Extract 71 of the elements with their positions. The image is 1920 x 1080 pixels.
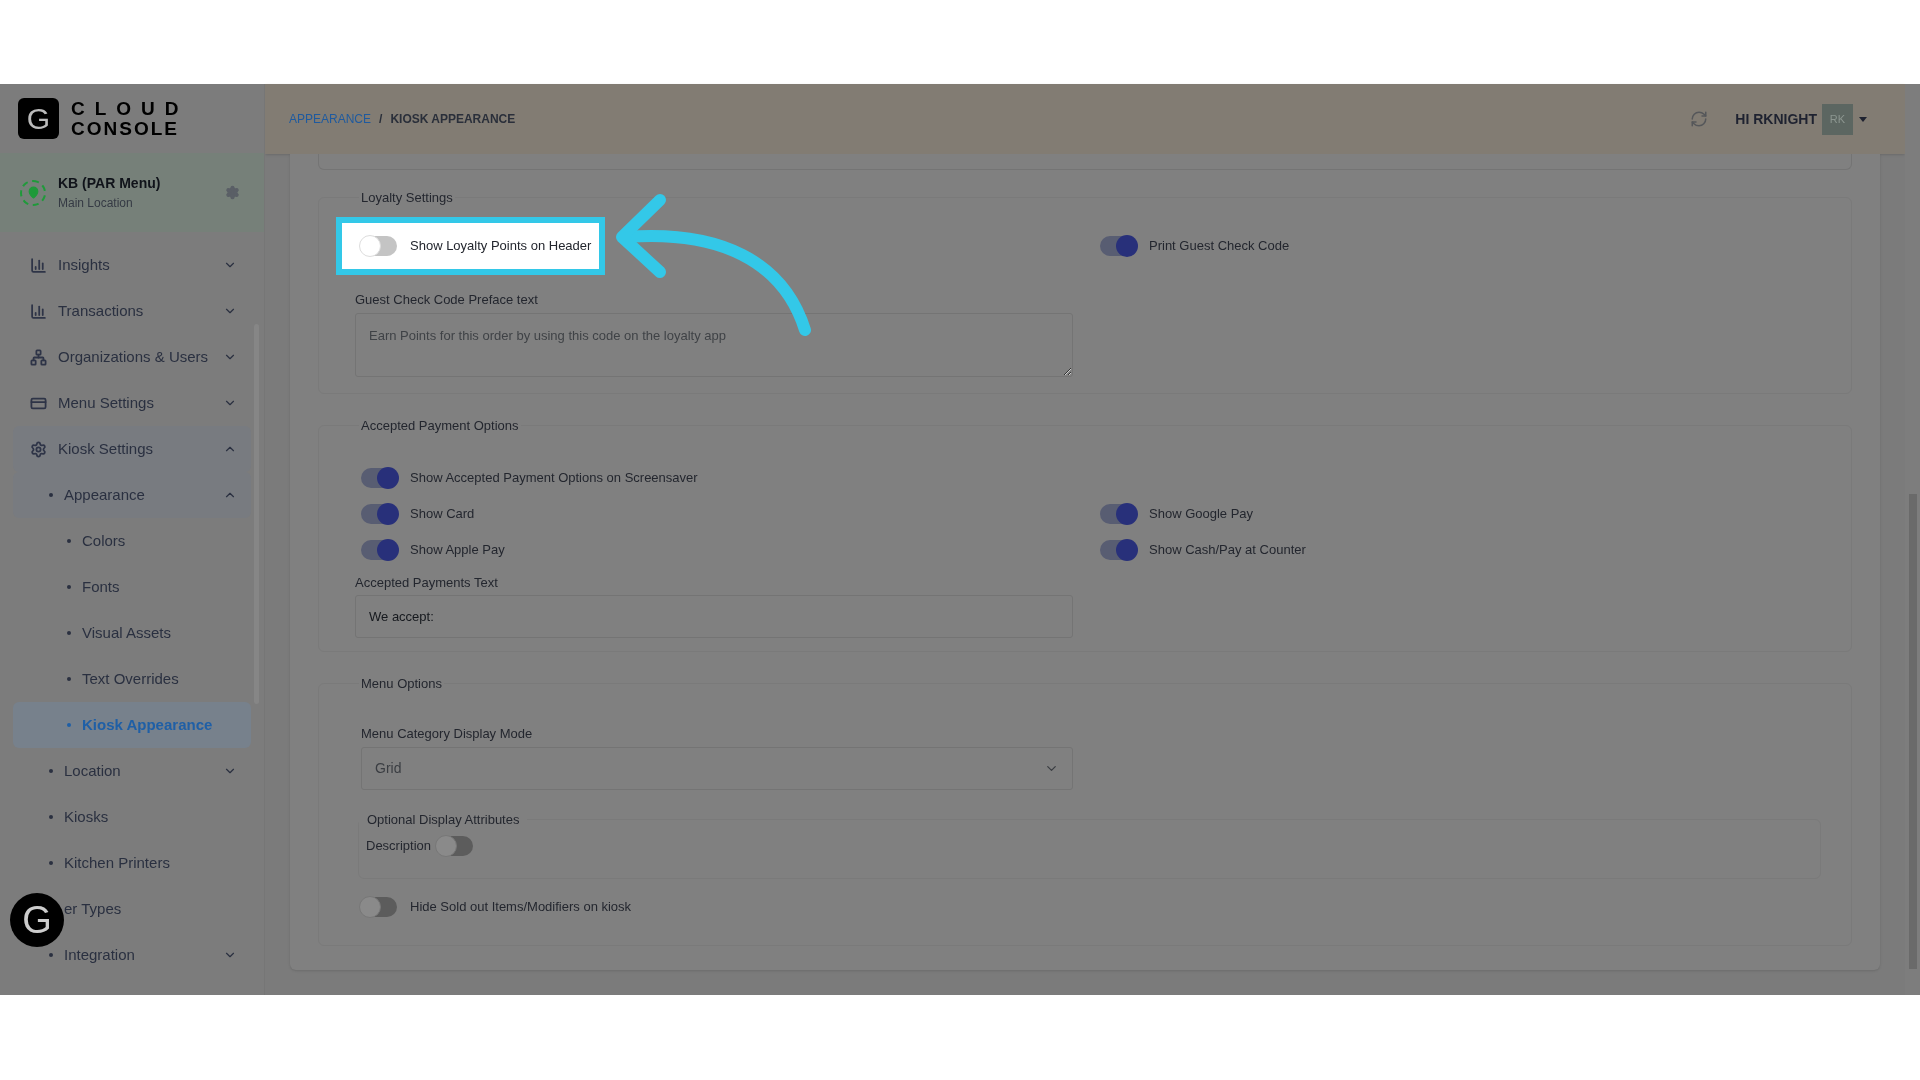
toggle-label: Show Card [410, 504, 475, 523]
toggle-switch[interactable] [1100, 503, 1136, 524]
sidebar-item[interactable]: Transactions [58, 299, 144, 323]
sidebar-item[interactable]: Text Overrides [82, 667, 179, 691]
breadcrumb-current: KIOSK APPEARANCE [390, 111, 516, 128]
bullet-icon [67, 585, 71, 589]
toggle-switch[interactable] [361, 539, 397, 560]
settings-icon[interactable] [225, 185, 240, 200]
toggle-label: Show Cash/Pay at Counter [1149, 540, 1306, 559]
toggle-switch[interactable] [361, 467, 397, 488]
logo-mark: G [18, 98, 59, 139]
toggle-switch[interactable] [361, 235, 397, 256]
sidebar-item[interactable]: Fonts [82, 575, 120, 599]
bullet-icon [49, 861, 53, 865]
sidebar-item[interactable]: Kiosk Settings [13, 426, 251, 472]
toggle-switch[interactable] [437, 835, 474, 856]
bullet-icon [67, 677, 71, 681]
toggle-switch[interactable] [1100, 235, 1136, 256]
logo-text: CONSOLE [71, 118, 180, 139]
sidebar-item[interactable]: Kiosks [64, 805, 109, 829]
section-title: Loyalty Settings [360, 189, 454, 207]
toggle-label: Show Accepted Payment Options on Screensaver [410, 468, 698, 487]
toggle-label: Show Apple Pay [410, 540, 505, 559]
sidebar-item[interactable]: Organizations & Users [58, 345, 209, 369]
sidebar-item[interactable]: Integration [64, 943, 135, 967]
bullet-icon [67, 631, 71, 635]
bullet-icon [67, 723, 71, 727]
toggle-label: Description [366, 836, 432, 855]
nav-icon [30, 348, 47, 366]
section-title: Optional Display Attributes [366, 811, 521, 829]
sidebar-item[interactable]: er Types [64, 897, 122, 921]
section-title: Menu Options [360, 675, 443, 693]
breadcrumb-link[interactable]: APPEARANCE [289, 110, 372, 128]
bullet-icon [49, 953, 53, 957]
section-title: Accepted Payment Options [360, 417, 520, 435]
field-label: Menu Category Display Mode [361, 724, 534, 743]
refresh-icon[interactable] [1690, 110, 1709, 128]
toggle-switch[interactable] [1100, 539, 1136, 560]
toggle-switch[interactable] [361, 503, 397, 524]
location-icon [20, 179, 46, 206]
nav-icon [30, 256, 47, 274]
breadcrumb-separator: / [379, 111, 383, 128]
display-mode-select[interactable]: Grid [361, 747, 1073, 790]
bullet-icon [49, 769, 53, 773]
location-name: KB (PAR Menu) [58, 174, 162, 193]
sidebar-item[interactable]: Visual Assets [82, 621, 171, 645]
nav-icon [30, 302, 47, 320]
bullet-icon [49, 493, 53, 497]
toggle-label: Hide Sold out Items/Modifiers on kiosk [410, 898, 632, 917]
toggle-switch[interactable] [361, 897, 397, 917]
sidebar-item[interactable]: Appearance [13, 472, 251, 518]
sidebar-item[interactable]: Colors [82, 529, 126, 553]
accepted-payments-field[interactable]: We accept: [355, 595, 1073, 638]
toggle-label: Print Guest Check Code [1149, 236, 1290, 255]
caret-icon[interactable] [1859, 116, 1867, 122]
location-subtitle: Main Location [58, 195, 134, 212]
sidebar-item[interactable]: Kiosk Appearance [13, 702, 251, 748]
bullet-icon [49, 815, 53, 819]
user-greeting[interactable]: HI RKNIGHT [1735, 108, 1817, 130]
sidebar-item[interactable]: Kitchen Printers [64, 851, 170, 875]
field-label: Guest Check Code Preface text [355, 290, 539, 309]
sidebar-item[interactable]: Insights [58, 253, 110, 277]
field-label: Accepted Payments Text [355, 573, 499, 592]
preface-text-field[interactable]: Earn Points for this order by using this code on the loyalty app [355, 313, 1073, 377]
toggle-label: Show Loyalty Points on Header [410, 236, 592, 255]
bullet-icon [67, 539, 71, 543]
toggle-label: Show Google Pay [1149, 504, 1254, 523]
sidebar-item[interactable]: Menu Settings [58, 391, 154, 415]
nav-icon [30, 440, 47, 458]
logo-text: CLOUD [71, 98, 189, 119]
sidebar-item[interactable]: Location [64, 759, 121, 783]
